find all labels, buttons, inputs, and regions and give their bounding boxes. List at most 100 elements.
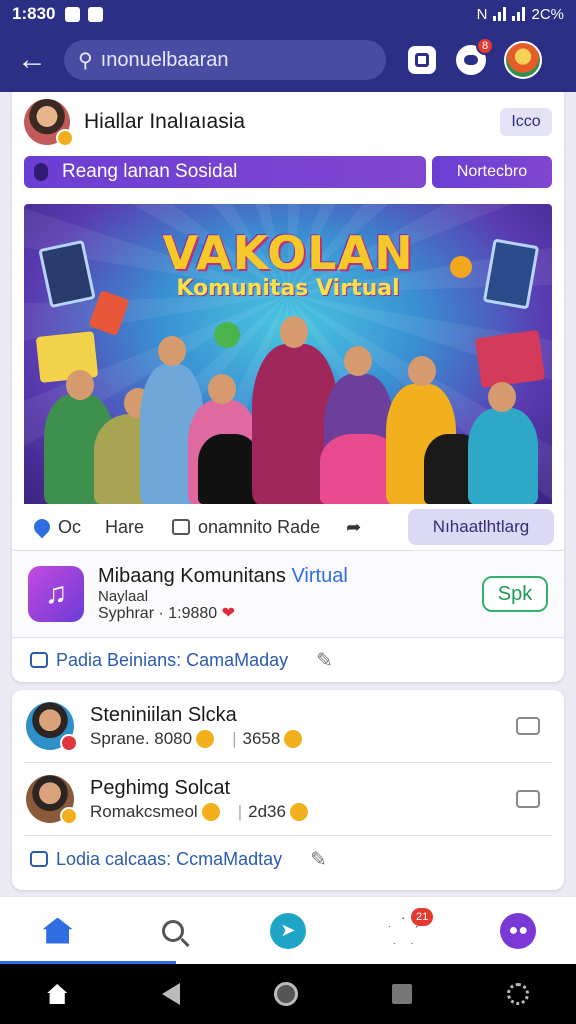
comment-footer[interactable]: Lodia calcaas: CcmaMadtay ✎ xyxy=(12,836,564,882)
status-time: 1:830 xyxy=(12,4,56,23)
banner-subtitle: Komunitas Virtual xyxy=(176,276,400,301)
status-bar: 1:830 N 2C% xyxy=(0,0,576,28)
window-button[interactable] xyxy=(408,46,436,74)
comment-footer[interactable]: Padia Beinians: CamaMaday ✎ xyxy=(12,638,564,682)
separator: | xyxy=(237,801,243,821)
battery-text: 2C% xyxy=(531,5,564,23)
music-app-icon[interactable]: ♫ xyxy=(28,566,84,622)
person-figure xyxy=(198,434,260,504)
topic-tag-label: Reang lanan Sosidal xyxy=(62,161,238,182)
like-label: Oc xyxy=(58,516,82,537)
comment-row[interactable]: Steniniilan Slcka Sprane. 8080 | 3658 xyxy=(12,690,564,762)
chat-bubble-icon xyxy=(30,652,48,668)
app-bar: ← ⚲ ınonuelbaaran 8 xyxy=(0,28,576,92)
person-head xyxy=(408,356,436,386)
comment-meta: Romakcsmeol | 2d36 xyxy=(90,801,308,823)
poster-decoration xyxy=(474,329,546,389)
app-row[interactable]: ♫ Mibaang Komunitans Virtual Naylaal Syp… xyxy=(12,551,564,637)
commenter-avatar[interactable] xyxy=(26,702,78,752)
author-avatar[interactable] xyxy=(24,99,74,147)
chat-icon xyxy=(464,55,478,65)
comment-meta-right: 2d36 xyxy=(248,801,286,821)
share-button[interactable]: Nıhaatlhtlarg xyxy=(408,509,554,545)
topic-tag[interactable]: Reang lanan Sosidal xyxy=(24,156,426,188)
system-circle-icon[interactable] xyxy=(273,982,298,1006)
badge-icon xyxy=(56,129,74,147)
person-head xyxy=(488,382,516,412)
comment-text: Steniniilan Slcka Sprane. 8080 | 3658 xyxy=(90,702,303,750)
nav-home[interactable] xyxy=(28,906,88,956)
separator: | xyxy=(232,728,237,748)
person-head xyxy=(158,336,186,366)
footer-text: Lodia calcaas: CcmaMadtay xyxy=(56,848,283,869)
like-action[interactable]: Oc xyxy=(30,515,82,539)
notification-badge: 21 xyxy=(411,907,434,926)
share-text-label: Hare xyxy=(105,516,145,537)
edit-icon[interactable]: ✎ xyxy=(310,847,327,872)
comment-action[interactable]: onamnito Rade xyxy=(172,517,320,538)
system-back-icon[interactable] xyxy=(161,983,180,1005)
back-arrow-icon[interactable]: ← xyxy=(14,42,50,78)
system-recents-icon[interactable] xyxy=(392,984,413,1004)
comments-card: Steniniilan Slcka Sprane. 8080 | 3658 Pegh… xyxy=(12,690,564,890)
author-name[interactable]: Hiallar Inalıaıasia xyxy=(84,110,245,134)
emoji-icon xyxy=(201,803,220,822)
more-button[interactable]: Icco xyxy=(500,108,552,136)
window-icon xyxy=(415,53,429,67)
search-input[interactable]: ⚲ ınonuelbaaran xyxy=(64,40,386,80)
emoji-icon xyxy=(289,803,308,822)
chat-badge: 8 xyxy=(476,37,494,55)
person-head xyxy=(66,370,94,400)
app-meta: Syphrar · 1:9880 ❤ xyxy=(98,605,348,623)
post-banner-image[interactable]: VAKOLAN Komunitas Virtual xyxy=(24,204,552,504)
person-figure xyxy=(468,408,538,504)
chat-button[interactable]: 8 xyxy=(456,37,494,75)
commenter-avatar[interactable] xyxy=(26,775,78,825)
commenter-name: Peghimg Solcat xyxy=(90,776,231,799)
nav-notifications[interactable]: 21 xyxy=(373,906,434,956)
reply-icon[interactable] xyxy=(516,717,540,735)
emoji-decoration xyxy=(214,322,240,348)
home-icon xyxy=(42,917,73,944)
app-subtitle: Naylaal xyxy=(98,587,149,605)
nav-messages[interactable]: ●● xyxy=(488,906,548,956)
edit-icon[interactable]: ✎ xyxy=(316,648,333,673)
comment-meta-right: 3658 xyxy=(242,728,281,748)
comment-meta-left: Sprane. 8080 xyxy=(90,728,193,748)
share-arrow-icon[interactable]: ➦ xyxy=(346,517,361,538)
reply-icon[interactable] xyxy=(516,790,540,808)
location-pin-icon xyxy=(30,515,54,539)
message-icon: ●● xyxy=(500,912,537,949)
pin-icon xyxy=(34,163,48,181)
heart-icon: ❤ xyxy=(221,604,236,622)
search-placeholder: ınonuelbaaran xyxy=(100,48,229,71)
signal-icon xyxy=(512,7,526,21)
search-icon xyxy=(161,919,184,942)
subscribe-button[interactable]: Spk xyxy=(482,576,548,612)
nav-compose[interactable]: ➤ xyxy=(258,906,318,956)
emoji-icon xyxy=(196,730,215,749)
comment-row[interactable]: Peghimg Solcat Romakcsmeol | 2d36 xyxy=(12,763,564,835)
comment-meta-left: Romakcsmeol xyxy=(90,801,198,821)
comment-text: Peghimg Solcat Romakcsmeol | 2d36 xyxy=(90,775,308,823)
comment-label: onamnito Rade xyxy=(198,516,321,537)
secondary-tag[interactable]: Nortecbro xyxy=(432,156,552,188)
bottom-navigation: ➤ 21 ●● xyxy=(0,896,576,964)
app-text: Mibaang Komunitans Virtual Naylaal Syphr… xyxy=(98,565,348,624)
app-title-text: Mibaang Komunitans xyxy=(98,564,286,587)
person-head xyxy=(344,346,372,376)
send-icon: ➤ xyxy=(269,912,306,949)
post-card: Hiallar Inalıaıasia Icco Reang lanan Sos… xyxy=(12,92,564,682)
notification-icon xyxy=(88,6,104,22)
banner-title: VAKOLAN xyxy=(162,226,414,280)
profile-avatar[interactable] xyxy=(504,41,542,79)
signal-icon xyxy=(493,7,507,21)
app-meta-text: Syphrar · 1:9880 xyxy=(98,604,218,622)
accessibility-icon[interactable] xyxy=(506,983,529,1005)
commenter-name: Steniniilan Slcka xyxy=(90,703,237,726)
system-home-icon[interactable] xyxy=(47,984,68,1004)
notification-icon xyxy=(65,6,81,22)
nav-search[interactable] xyxy=(143,906,203,956)
badge-icon xyxy=(60,734,78,752)
share-text-action[interactable]: Hare xyxy=(105,517,144,538)
